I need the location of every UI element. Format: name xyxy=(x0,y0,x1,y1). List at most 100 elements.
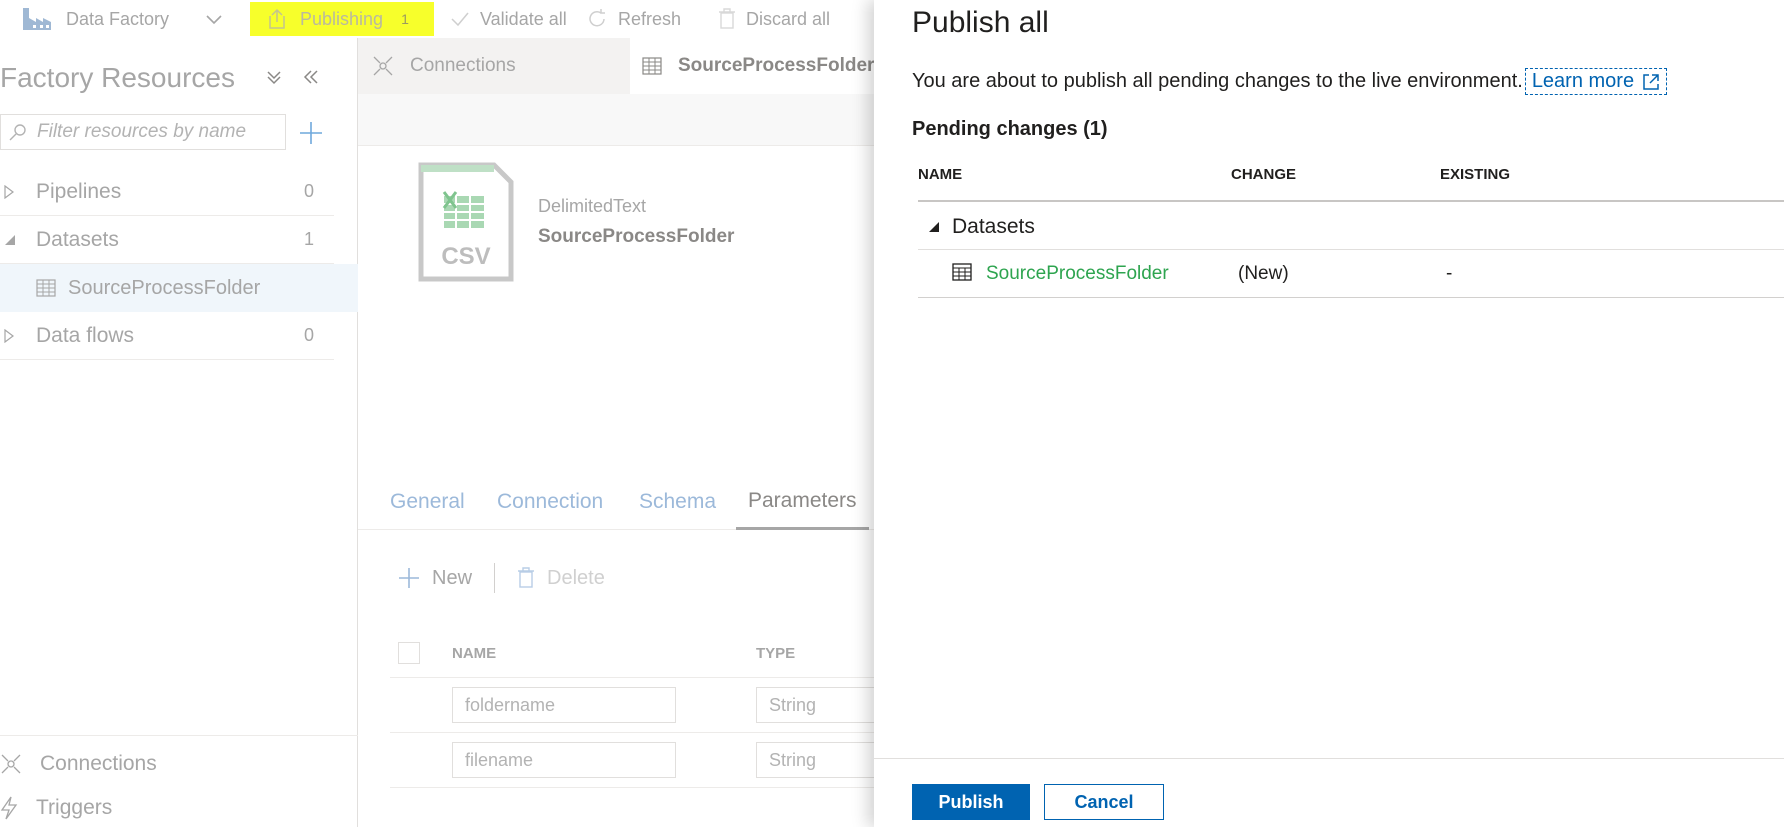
dataset-type: DelimitedText xyxy=(538,196,647,216)
dataset-editor: Connections SourceProcessFolder CSV Deli… xyxy=(358,38,886,827)
parameter-name-field[interactable]: foldername xyxy=(452,687,676,723)
factory-icon xyxy=(23,8,51,30)
changes-table-header: NAME CHANGE EXISTING xyxy=(918,154,1784,202)
validate-all-button[interactable]: Validate all xyxy=(450,0,578,38)
collapse-panel-icon[interactable] xyxy=(302,68,320,86)
csv-file-icon: CSV xyxy=(418,162,514,282)
trash-icon xyxy=(719,8,735,29)
group-label: Datasets xyxy=(952,214,1035,238)
connections-icon xyxy=(373,56,393,76)
tab-connections[interactable]: Connections xyxy=(372,38,642,94)
collapse-icon xyxy=(929,221,939,232)
tab-sourceprocessfolder[interactable]: SourceProcessFolder xyxy=(630,38,878,94)
select-all-checkbox[interactable] xyxy=(398,642,420,664)
expand-icon xyxy=(0,328,36,343)
factory-name: Data Factory xyxy=(66,8,170,29)
table-icon xyxy=(642,57,662,75)
table-row: foldername String xyxy=(390,678,886,733)
top-toolbar: Data Factory Publishing 1 Validate all R… xyxy=(0,0,880,38)
new-parameter-button[interactable]: New xyxy=(398,567,472,590)
plus-icon xyxy=(399,568,419,588)
refresh-icon xyxy=(589,9,605,27)
tree-item-data-flows[interactable]: Data flows 0 xyxy=(0,312,334,360)
tab-schema[interactable]: Schema xyxy=(639,474,716,530)
tree-item-count: 0 xyxy=(304,325,315,345)
tab-label: SourceProcessFolder xyxy=(678,55,875,76)
search-icon xyxy=(9,124,26,141)
publish-description: You are about to publish all pending cha… xyxy=(912,68,1668,95)
checkmark-icon xyxy=(451,12,469,27)
trash-icon xyxy=(518,567,535,588)
tree-item-count: 1 xyxy=(304,229,315,249)
publish-icon xyxy=(269,8,285,29)
column-header-name: NAME xyxy=(452,645,497,662)
panel-title: Publish all xyxy=(912,6,1049,39)
divider xyxy=(0,735,358,736)
column-header-existing: EXISTING xyxy=(1440,166,1511,183)
panel-footer-divider xyxy=(874,758,1784,759)
collapse-icon xyxy=(0,234,36,246)
pending-changes-heading: Pending changes (1) xyxy=(912,118,1108,140)
change-item-name[interactable]: SourceProcessFolder xyxy=(986,263,1169,285)
factory-selector[interactable]: Data Factory xyxy=(0,0,232,38)
expand-icon xyxy=(0,184,36,199)
publish-button[interactable]: Publish xyxy=(912,784,1030,820)
description-text: You are about to publish all pending cha… xyxy=(912,70,1523,92)
parameter-actions: New Delete xyxy=(398,558,605,598)
tree-item-pipelines[interactable]: Pipelines 0 xyxy=(0,168,334,216)
refresh-button[interactable]: Refresh xyxy=(586,0,714,38)
change-type: (New) xyxy=(1238,263,1289,284)
publish-all-button[interactable]: Publishing 1 xyxy=(250,2,434,36)
parameter-name-field[interactable]: filename xyxy=(452,742,676,778)
filter-resources-input[interactable]: Filter resources by name xyxy=(0,114,286,150)
learn-more-label: Learn more xyxy=(1531,70,1635,92)
existing-value: - xyxy=(1446,263,1453,284)
column-header-change: CHANGE xyxy=(1231,166,1297,183)
tree-item-label: Data flows xyxy=(36,323,135,347)
property-tabs: General Connection Schema Parameters xyxy=(358,474,878,530)
column-header-type: TYPE xyxy=(756,645,796,662)
tree-item-sourceprocessfolder[interactable]: SourceProcessFolder xyxy=(0,264,358,312)
table-icon xyxy=(952,263,972,281)
divider xyxy=(494,563,496,593)
parameter-type-select[interactable]: String xyxy=(756,687,886,723)
editor-tabs: Connections SourceProcessFolder xyxy=(358,38,878,94)
tab-connection[interactable]: Connection xyxy=(497,474,603,530)
parameters-table: NAME TYPE foldername String filename Str… xyxy=(390,628,886,788)
parameter-type-select[interactable]: String xyxy=(756,742,886,778)
publish-all-panel: Publish all You are about to publish all… xyxy=(874,0,1784,827)
table-row: filename String xyxy=(390,733,886,788)
external-link-icon xyxy=(1643,73,1659,90)
new-label: New xyxy=(432,566,473,589)
chevron-down-icon xyxy=(206,15,222,25)
nav-triggers[interactable]: Triggers xyxy=(0,786,358,827)
pending-count-badge: 1 xyxy=(401,11,409,27)
tree-item-datasets[interactable]: Datasets 1 xyxy=(0,216,334,264)
tab-general[interactable]: General xyxy=(390,474,465,530)
column-header-name: NAME xyxy=(918,166,963,183)
collapse-all-icon[interactable] xyxy=(266,68,282,86)
editor-toolbar xyxy=(358,94,878,146)
group-row-datasets[interactable]: Datasets xyxy=(918,204,1784,250)
dataset-label: SourceProcessFolder xyxy=(68,276,261,299)
nav-label: Connections xyxy=(40,752,157,775)
table-icon xyxy=(36,279,56,297)
refresh-label: Refresh xyxy=(618,8,682,29)
csv-icon-text: CSV xyxy=(441,243,490,270)
factory-resources-panel: Factory Resources Filter resources by na… xyxy=(0,38,358,827)
tree-item-count: 0 xyxy=(304,181,315,201)
dataset-name: SourceProcessFolder xyxy=(538,226,735,247)
tree-item-label: Datasets xyxy=(36,227,119,251)
delete-label: Delete xyxy=(547,566,605,589)
nav-label: Triggers xyxy=(36,796,113,819)
tree-item-label: Pipelines xyxy=(36,179,122,203)
cancel-button[interactable]: Cancel xyxy=(1044,784,1164,820)
add-resource-icon[interactable] xyxy=(298,120,324,146)
tab-parameters[interactable]: Parameters xyxy=(736,474,869,530)
tab-label: Connections xyxy=(410,55,516,76)
search-placeholder: Filter resources by name xyxy=(37,121,247,142)
discard-all-button[interactable]: Discard all xyxy=(718,0,868,38)
nav-connections[interactable]: Connections xyxy=(0,742,358,786)
learn-more-link[interactable]: Learn more xyxy=(1524,68,1668,95)
delete-parameter-button[interactable]: Delete xyxy=(517,567,605,590)
